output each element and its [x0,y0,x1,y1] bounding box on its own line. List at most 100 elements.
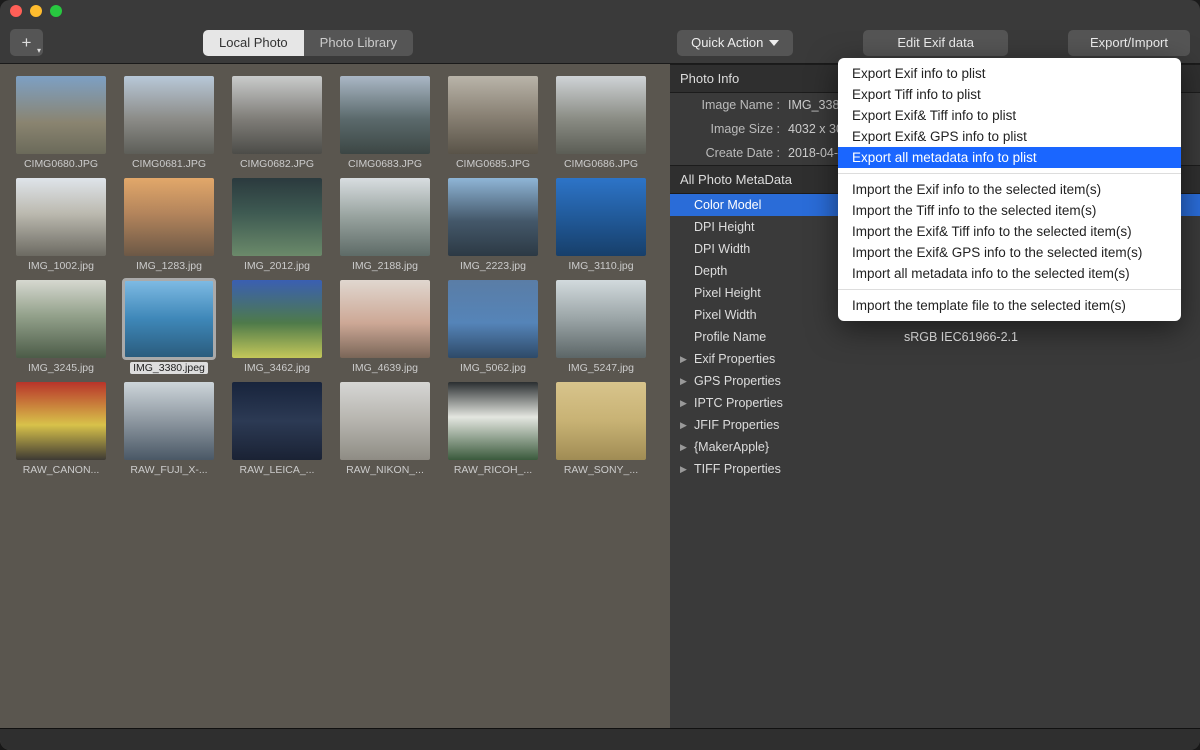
quick-action-button[interactable]: Quick Action [677,30,793,56]
metadata-row[interactable]: ▶Exif Properties [670,348,1200,370]
thumbnail-caption: IMG_5247.jpg [568,362,634,374]
thumbnail[interactable]: CIMG0683.JPG [336,76,434,170]
thumbnail-caption: IMG_1283.jpg [136,260,202,272]
dropdown-item[interactable]: Import the Exif& GPS info to the selecte… [838,242,1181,263]
thumbnail[interactable]: IMG_3462.jpg [228,280,326,374]
thumbnail-image [448,382,538,460]
dropdown-item[interactable]: Export all metadata info to plist [838,147,1181,168]
thumbnail-caption: IMG_5062.jpg [460,362,526,374]
thumbnail[interactable]: IMG_2188.jpg [336,178,434,272]
add-button[interactable]: + [10,29,43,56]
dropdown-item[interactable]: Import the Exif info to the selected ite… [838,179,1181,200]
thumbnail[interactable]: IMG_4639.jpg [336,280,434,374]
thumbnail-image [232,76,322,154]
thumbnail-caption: RAW_SONY_... [564,464,638,476]
metadata-row[interactable]: ▶GPS Properties [670,370,1200,392]
thumbnail[interactable]: CIMG0681.JPG [120,76,218,170]
tab-local-photo[interactable]: Local Photo [203,30,304,56]
dropdown-item[interactable]: Import the Tiff info to the selected ite… [838,200,1181,221]
thumbnail[interactable]: RAW_NIKON_... [336,382,434,476]
thumbnail[interactable]: IMG_3110.jpg [552,178,650,272]
dropdown-item[interactable]: Import the template file to the selected… [838,295,1181,316]
photo-gallery[interactable]: CIMG0680.JPG CIMG0681.JPG CIMG0682.JPG CIMG… [0,64,670,750]
thumbnail-image [232,280,322,358]
thumbnail-image [124,178,214,256]
metadata-row[interactable]: ▶IPTC Properties [670,392,1200,414]
thumbnail[interactable]: RAW_FUJI_X-... [120,382,218,476]
thumbnail-caption: IMG_3110.jpg [568,260,633,272]
metadata-row[interactable]: Profile NamesRGB IEC61966-2.1 [670,326,1200,348]
thumbnail[interactable]: CIMG0685.JPG [444,76,542,170]
thumbnail-image [124,280,214,358]
metadata-key: {MakerApple} [694,440,904,454]
thumbnail-caption: CIMG0680.JPG [24,158,98,170]
thumbnail-image [16,76,106,154]
thumbnail-caption: CIMG0686.JPG [564,158,638,170]
close-icon[interactable] [10,5,22,17]
thumbnail-caption: IMG_3462.jpg [244,362,310,374]
edit-exif-button[interactable]: Edit Exif data [863,30,1008,56]
thumbnail[interactable]: RAW_CANON... [12,382,110,476]
thumbnail-caption: IMG_3380.jpeg [130,362,208,374]
thumbnail-caption: RAW_LEICA_... [240,464,315,476]
metadata-key: JFIF Properties [694,418,904,432]
thumbnail[interactable]: IMG_5062.jpg [444,280,542,374]
dropdown-item[interactable]: Export Exif& GPS info to plist [838,126,1181,147]
thumbnail-image [16,382,106,460]
maximize-icon[interactable] [50,5,62,17]
thumbnail[interactable]: IMG_1002.jpg [12,178,110,272]
metadata-key: GPS Properties [694,374,904,388]
thumbnail[interactable]: CIMG0682.JPG [228,76,326,170]
metadata-key: TIFF Properties [694,462,904,476]
dropdown-item[interactable]: Import the Exif& Tiff info to the select… [838,221,1181,242]
thumbnail[interactable]: IMG_3245.jpg [12,280,110,374]
tab-photo-library[interactable]: Photo Library [304,30,413,56]
metadata-key: Profile Name [694,330,904,344]
thumbnail-image [556,178,646,256]
dropdown-item[interactable]: Export Tiff info to plist [838,84,1181,105]
footer [0,728,1200,750]
export-import-dropdown: Export Exif info to plistExport Tiff inf… [838,58,1181,321]
disclosure-triangle-icon: ▶ [680,354,694,365]
thumbnail-caption: RAW_CANON... [23,464,100,476]
thumbnail[interactable]: IMG_2012.jpg [228,178,326,272]
dropdown-item[interactable]: Export Exif info to plist [838,63,1181,84]
thumbnail-image [124,76,214,154]
minimize-icon[interactable] [30,5,42,17]
thumbnail[interactable]: CIMG0680.JPG [12,76,110,170]
thumbnail[interactable]: IMG_2223.jpg [444,178,542,272]
dropdown-item[interactable]: Export Exif& Tiff info to plist [838,105,1181,126]
thumbnail-caption: IMG_2188.jpg [352,260,418,272]
metadata-row[interactable]: ▶TIFF Properties [670,458,1200,480]
thumbnail-caption: IMG_2012.jpg [244,260,310,272]
thumbnail-caption: IMG_4639.jpg [352,362,418,374]
thumbnail-image [556,382,646,460]
dropdown-separator [838,289,1181,290]
thumbnail[interactable]: RAW_LEICA_... [228,382,326,476]
export-import-button[interactable]: Export/Import [1068,30,1190,56]
quick-action-label: Quick Action [691,35,763,50]
dropdown-separator [838,173,1181,174]
thumbnail[interactable]: IMG_1283.jpg [120,178,218,272]
disclosure-triangle-icon: ▶ [680,442,694,453]
thumbnail-caption: IMG_1002.jpg [28,260,94,272]
thumbnail[interactable]: CIMG0686.JPG [552,76,650,170]
thumbnail[interactable]: RAW_RICOH_... [444,382,542,476]
metadata-key: IPTC Properties [694,396,904,410]
metadata-row[interactable]: ▶JFIF Properties [670,414,1200,436]
thumbnail-caption: CIMG0685.JPG [456,158,530,170]
chevron-down-icon [769,40,779,46]
thumbnail-caption: CIMG0682.JPG [240,158,314,170]
thumbnail-image [340,280,430,358]
info-key: Create Date : [680,146,780,160]
thumbnail[interactable]: RAW_SONY_... [552,382,650,476]
thumbnail-caption: CIMG0683.JPG [348,158,422,170]
metadata-row[interactable]: ▶{MakerApple} [670,436,1200,458]
thumbnail[interactable]: IMG_5247.jpg [552,280,650,374]
dropdown-item[interactable]: Import all metadata info to the selected… [838,263,1181,284]
thumbnail-image [556,280,646,358]
thumbnail[interactable]: IMG_3380.jpeg [120,280,218,374]
app-window: + Local PhotoPhoto Library Quick Action … [0,0,1200,750]
titlebar [0,0,1200,22]
disclosure-triangle-icon: ▶ [680,376,694,387]
